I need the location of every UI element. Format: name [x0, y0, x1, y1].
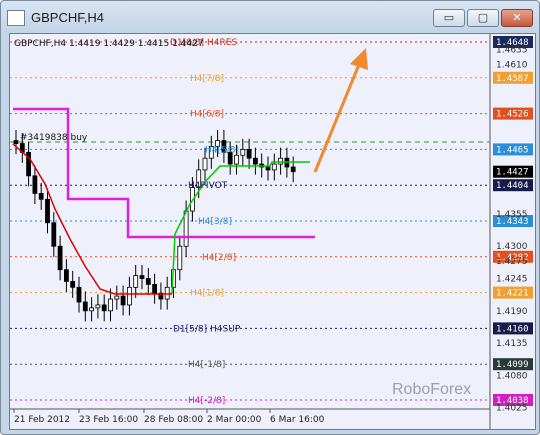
candle-body: [45, 198, 50, 224]
price-tick-label: 1.4245: [496, 275, 528, 285]
candle-body: [252, 157, 258, 165]
price-tick-label: 1.4355: [496, 210, 528, 220]
price-tick-label: 1.4635: [496, 46, 528, 56]
svg-text:1.4221: 1.4221: [496, 289, 529, 299]
candle-body: [95, 304, 101, 309]
maximize-button[interactable]: ▢: [467, 9, 499, 27]
candle-body: [145, 278, 151, 285]
chart-window: GBPCHF,H4 ▭ ▢ ✕ D1[8/8] H4RES H4[7/8] H4[6…: [0, 0, 540, 435]
price-badge: 1.4160: [493, 322, 533, 335]
close-button[interactable]: ✕: [501, 9, 533, 27]
order-label: #3419838 buy: [20, 133, 88, 143]
candle-body: [120, 295, 126, 306]
price-tick-label: 1.4135: [496, 339, 528, 349]
candle-body: [139, 275, 145, 279]
candle-body: [70, 281, 76, 288]
murrey-level-label: H4PIVOT: [188, 181, 228, 191]
time-tick-label: 21 Feb 2012: [14, 415, 70, 425]
candle-body: [278, 157, 284, 165]
price-badge: 1.4099: [493, 358, 533, 371]
candle-body: [38, 193, 44, 200]
murrey-level-label: H4[2/8]: [202, 253, 236, 263]
time-tick-label: 6 Mar 16:00: [270, 415, 325, 425]
title-bar[interactable]: GBPCHF,H4 ▭ ▢ ✕: [1, 1, 539, 33]
minimize-button[interactable]: ▭: [433, 9, 465, 27]
candle-body: [152, 283, 158, 294]
chart-window-icon: [7, 10, 25, 26]
price-badge: 1.4221: [493, 286, 533, 299]
price-tick-label: 1.4080: [496, 371, 528, 381]
candle-body: [290, 166, 296, 173]
price-badge: 1.4465: [493, 143, 533, 156]
murrey-level-label: D1[5/8] H4SUP: [173, 324, 241, 334]
magenta-trend-line: [13, 107, 315, 239]
candle-body: [13, 140, 19, 144]
murrey-level-label: H4[5/8]: [205, 145, 239, 155]
candle-body: [57, 245, 63, 271]
candle-body: [127, 286, 132, 306]
candle-body: [32, 175, 38, 194]
price-tick-label: 1.4025: [496, 404, 528, 414]
price-tick-label: 1.4275: [496, 257, 528, 267]
candle-body: [246, 149, 252, 159]
price-badge: 1.4526: [493, 107, 533, 120]
svg-text:1.4465: 1.4465: [496, 145, 529, 155]
candle-body: [234, 154, 239, 165]
time-tick-label: 23 Feb 16:00: [79, 415, 138, 425]
murrey-level-label: H4[1/8]: [190, 289, 224, 299]
svg-text:1.4099: 1.4099: [496, 360, 529, 370]
price-badge: 1.4587: [493, 71, 533, 84]
price-tick-label: 1.4190: [496, 307, 528, 317]
candle-body: [64, 269, 69, 282]
candle-body: [265, 166, 271, 171]
candle-body: [114, 295, 120, 300]
maximize-icon: ▢: [477, 11, 489, 24]
svg-text:1.4404: 1.4404: [496, 181, 529, 191]
candle-body: [164, 286, 170, 300]
murrey-level-label: H4[3/8]: [198, 217, 232, 227]
price-tick-label: 1.4300: [496, 242, 528, 252]
candle-body: [240, 149, 246, 156]
svg-text:1.4427: 1.4427: [496, 168, 529, 178]
time-tick-label: 2 Mar 00:00: [207, 415, 262, 425]
murrey-level-label: H4[6/8]: [190, 110, 224, 120]
time-tick-label: 28 Feb 08:00: [144, 415, 203, 425]
candle-body: [202, 157, 208, 171]
candle-body: [82, 301, 88, 312]
murrey-level-label: H4[7/8]: [190, 74, 224, 84]
candle-body: [51, 222, 57, 247]
candle-body: [271, 163, 277, 171]
watermark: RoboForex: [392, 381, 471, 398]
chart-plot-area[interactable]: D1[8/8] H4RES H4[7/8] H4[6/8] H4[5/8] H4PIVO…: [9, 33, 536, 430]
candle-body: [133, 275, 139, 288]
candle-body: [177, 245, 183, 271]
window-title: GBPCHF,H4: [31, 10, 104, 25]
minimize-icon: ▭: [443, 11, 455, 24]
symbol-info: GBPCHF,H4 1.4419 1.4429 1.4415 1.4427: [14, 39, 204, 49]
candle-body: [183, 210, 189, 247]
murrey-level-label: H4[-2/8]: [188, 396, 225, 406]
candle-body: [101, 304, 107, 312]
close-icon: ✕: [512, 11, 522, 24]
price-tick-label: 1.4610: [496, 60, 528, 70]
candle-body: [89, 307, 94, 312]
candle-body: [76, 286, 82, 303]
svg-text:1.4160: 1.4160: [496, 324, 529, 334]
candle-body: [108, 298, 113, 312]
price-badge: 1.4404: [493, 179, 533, 192]
price-badge: 1.4427: [493, 165, 533, 178]
svg-text:1.4587: 1.4587: [496, 74, 529, 84]
murrey-level-label: H4[-1/8]: [188, 360, 225, 370]
forecast-arrow: [313, 48, 368, 173]
svg-text:1.4526: 1.4526: [496, 110, 529, 120]
chart-canvas[interactable]: D1[8/8] H4RESH4[7/8]H4[6/8]H4[5/8]H4PIVO…: [10, 34, 535, 429]
